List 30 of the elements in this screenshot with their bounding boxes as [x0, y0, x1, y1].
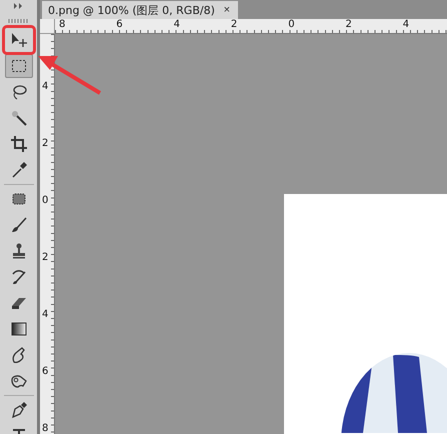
panel-collapse-icon[interactable] [14, 3, 24, 9]
ruler-number: 2 [42, 253, 48, 263]
magic-wand-icon [10, 109, 28, 127]
panel-grip-icon[interactable] [8, 19, 30, 23]
ruler-number: 2 [346, 20, 352, 30]
ruler-number: 4 [42, 82, 48, 92]
ruler-number: 0 [42, 196, 48, 206]
crop-icon [10, 135, 28, 153]
close-tab-button[interactable]: × [224, 4, 230, 16]
ruler-number: 2 [230, 20, 238, 30]
finger-icon [10, 346, 28, 364]
gradient-icon [10, 320, 28, 338]
ruler-number: 6 [116, 20, 123, 30]
ruler-number: 4 [402, 20, 410, 30]
brush-icon [10, 216, 28, 234]
ruler-number: 6 [42, 367, 48, 377]
tool-button[interactable] [4, 54, 32, 78]
tab-title: 0.png @ 100% (图层 0, RGB/8) [48, 2, 215, 18]
document-tab[interactable]: 0.png @ 100% (图层 0, RGB/8) × [42, 1, 238, 19]
ruler-number: 0 [288, 20, 295, 30]
ruler-number: 4 [174, 20, 180, 30]
move-arrow-icon [10, 31, 28, 49]
dashed-rectangle-icon [10, 57, 28, 75]
history-brush-icon [10, 268, 28, 286]
ruler-number: 8 [59, 20, 66, 30]
pen-nib-icon [10, 401, 28, 419]
ruler-number: 8 [42, 424, 48, 434]
ruler-number: 2 [42, 139, 48, 149]
ruler-number: 4 [42, 310, 48, 320]
eyedropper-icon [10, 161, 28, 179]
